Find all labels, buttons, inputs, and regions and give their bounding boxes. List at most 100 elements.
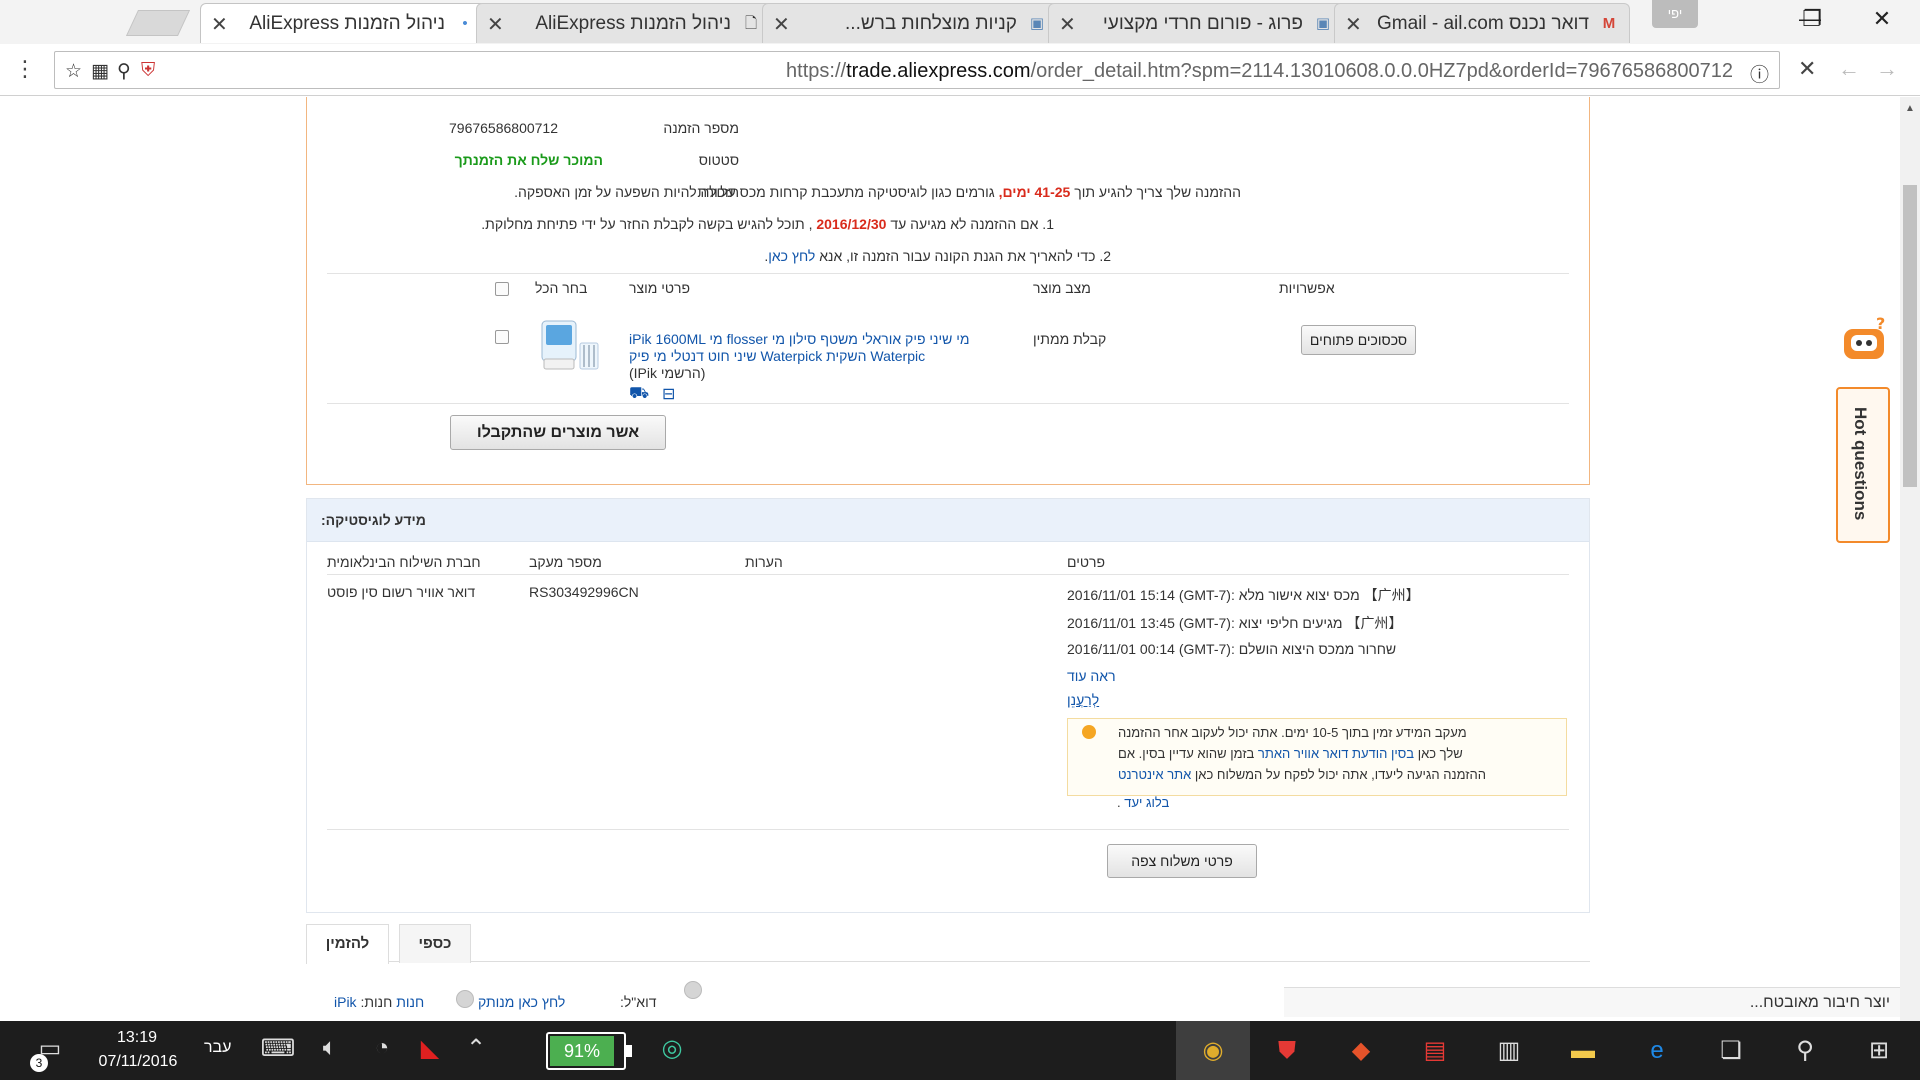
hot-questions-panel[interactable]: Hot questions [1836,387,1890,543]
tip-line-3: ההזמנה הגיעה ליעדו, אתה יכול לפקח על המש… [1118,767,1486,782]
volume-icon[interactable]: 🔈︎ [310,1034,350,1062]
activity-monitor-icon[interactable]: ◎ [652,1034,692,1063]
product-checkbox[interactable] [495,330,509,344]
reminder-line-2: 1. אם ההזמנה לא מגיעה עד 2016/12/30 , תו… [481,216,1054,232]
shipping-company: דואר אוויר רשום סין פוסט [327,584,476,600]
shipping-truck-icon[interactable]: ⛟ [629,384,649,404]
china-post-link[interactable]: בסין הודעת דואר אוויר האתר [1258,746,1414,761]
event-row: 2016/11/01 00:14 (GMT-7): שחרור ממכס היצ… [1067,641,1396,657]
event-row: 2016/11/01 15:14 (GMT-7): 【广州】 מכס יצוא … [1067,585,1420,605]
logistics-box: מידע לוגיסטיקה: חברת השילוח הבינלאומית מ… [306,498,1590,913]
view-shipping-details-button[interactable]: פרטי משלוח צפה [1107,844,1257,878]
browser-tab-5[interactable]: M דואר נכנס Gmail - ail.com ✕ [1334,3,1630,43]
url-path: /order_detail.htm?spm=2114.13010608.0.0.… [1030,60,1733,82]
forward-icon[interactable]: → [1876,56,1898,82]
close-tab-icon[interactable]: ✕ [1345,12,1362,37]
buyer-protection-link[interactable]: לחץ כאן [768,248,815,264]
confirm-received-button[interactable]: אשר מוצרים שהתקבלו [450,415,666,450]
store-taskbar-icon[interactable]: ▥ [1472,1021,1546,1080]
new-tab-button[interactable] [125,10,191,36]
browser-tab-title: דואר נכנס Gmail - ail.com [1376,13,1589,34]
vertical-scrollbar[interactable]: ▲ [1900,97,1920,1021]
file-explorer-icon[interactable]: ▬ [1546,1021,1620,1080]
browser-tab-1[interactable]: • ניהול הזמנות AliExpress ✕ [200,3,486,43]
browser-tab-2[interactable]: 🗋 ניהול הזמנות AliExpress ✕ [476,3,772,43]
close-tab-icon[interactable]: ✕ [211,12,228,37]
reminder-1-pre: ההזמנה שלך צריך להגיע תוך [1074,184,1241,200]
stop-icon[interactable]: ✕ [1798,56,1816,82]
browser-tab-title: פרוג - פורום חרדי מקצועי [1102,13,1303,34]
close-tab-icon[interactable]: ✕ [487,12,504,37]
close-tab-icon[interactable]: ✕ [773,12,790,37]
close-window-icon[interactable]: ✕ [1862,6,1902,32]
scrollbar-thumb[interactable] [1903,185,1917,487]
hot-questions-label: Hot questions [1851,407,1870,521]
see-more-link[interactable]: ראה עוד [1067,668,1116,684]
language-indicator[interactable]: עבר [204,1039,231,1057]
browser-toolbar: ⋮ ☆ ▦ ⚲ ⛨ https://trade.aliexpress.com/o… [0,44,1920,96]
email-label: דוא"ל: [620,994,657,1010]
show-hidden-icons[interactable]: ⌃ [456,1034,496,1063]
mcafee-taskbar-icon[interactable]: ⛊ [1250,1021,1324,1080]
open-dispute-button[interactable]: סכסוכים פתוחים [1301,325,1416,355]
order-details-box: מספר הזמנה 79676586800712 סטטוס המוכר של… [306,97,1590,485]
forum-icon: ▣ [1315,15,1331,32]
contact-offline-link[interactable]: לחץ כאן מנותק [478,994,565,1010]
tab-order[interactable]: להזמין [306,924,389,964]
back-icon[interactable]: ← [1838,56,1860,82]
product-state: קבלת ממתין [1033,331,1107,347]
browser-tab-4[interactable]: ▣ פרוג - פורום חרדי מקצועי ✕ [1048,3,1344,43]
antivirus-icon[interactable]: ◣ [410,1034,450,1063]
shield-icon[interactable]: ⛨ [141,60,155,82]
zoom-icon[interactable]: ⚲ [117,60,131,83]
chat-offline-icon[interactable] [456,990,474,1008]
snapshot-icon[interactable]: ⊟ [662,384,675,404]
edge-taskbar-icon[interactable]: e [1620,1021,1694,1080]
store-link[interactable]: חנות [396,994,424,1010]
select-all-checkbox[interactable] [495,282,509,296]
tab-financial[interactable]: כספי [399,924,471,963]
product-thumbnail[interactable] [536,311,602,375]
url-prefix: https:// [786,60,847,82]
clock-time[interactable]: 13:19 [92,1029,182,1047]
website-link[interactable]: אתר אינטרנט [1118,767,1191,782]
forum-icon: ▣ [1029,15,1045,32]
wifi-icon[interactable]: ◔ [362,1034,402,1062]
task-view-icon[interactable]: ❏ [1694,1021,1768,1080]
document-icon: 🗋 [744,15,758,32]
maximize-icon[interactable]: ❐ [1792,6,1832,32]
address-bar[interactable]: ☆ ▦ ⚲ ⛨ https://trade.aliexpress.com/ord… [54,51,1780,89]
battery-level: 91% [550,1036,614,1066]
url-host: trade.aliexpress.com [846,60,1031,82]
browser-tab-3[interactable]: ▣ קניות מוצלחות ברש... ✕ [762,3,1058,43]
keyboard-icon[interactable]: ⌨ [258,1034,298,1063]
profile-button[interactable]: יפי [1652,0,1698,28]
reader-taskbar-icon[interactable]: ▤ [1398,1021,1472,1080]
scroll-up-icon[interactable]: ▲ [1905,103,1915,114]
product-title-line-2[interactable]: שיני חוט דנטלי מי פיק Waterpick השקית Wa… [629,348,925,364]
status-label: סטטוס [698,152,739,168]
chrome-taskbar-icon[interactable]: ◉ [1176,1021,1250,1080]
company-header: חברת השילוח הבינלאומית [327,554,481,570]
search-icon[interactable]: ⚲ [1768,1021,1842,1080]
battery-indicator[interactable]: 91% [546,1032,632,1070]
bookmark-star-icon[interactable]: ☆ [65,60,82,83]
windows-start-icon[interactable]: ⊞ [1842,1021,1916,1080]
product-title-line-1[interactable]: iPik 1600ML מי flosser מי שיני פיק אוראל… [629,331,969,347]
info-icon[interactable]: ⓘ [1750,60,1769,87]
menu-icon[interactable]: ⋮ [14,56,36,82]
destination-blog-link[interactable]: בלוג יעד [1124,795,1169,810]
app-taskbar-icon[interactable]: ◆ [1324,1021,1398,1080]
robot-assistant-icon[interactable]: ? [1836,314,1892,367]
refresh-link[interactable]: לְרַעֲנֵן [1067,692,1099,708]
notification-count-badge: 3 [30,1054,48,1072]
status-value: המוכר שלח את הזמנתך [454,152,603,168]
translate-icon[interactable]: ▦ [91,60,109,83]
email-icon[interactable] [684,981,702,999]
event-text: שחרור ממכס היצוא הושלם [1238,641,1397,657]
store-name-link[interactable]: iPik [334,994,357,1010]
clock-date[interactable]: 07/11/2016 [88,1053,188,1071]
details-header: פרטי מוצר [629,280,691,296]
close-tab-icon[interactable]: ✕ [1059,12,1076,37]
reminder-2-post: , תוכל להגיש בקשה לקבלת החזר על ידי פתיח… [481,216,813,232]
